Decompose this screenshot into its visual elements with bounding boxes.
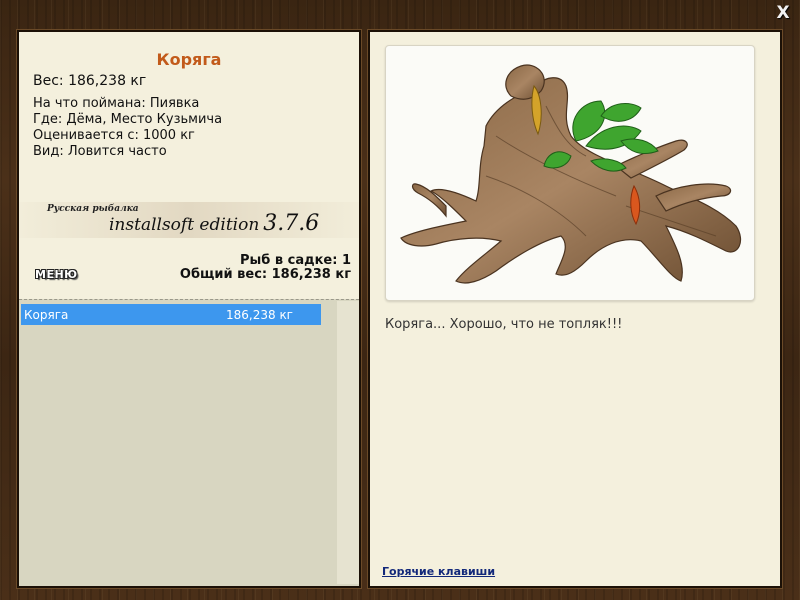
logo-edition: installsoft edition 3.7.6 xyxy=(109,211,319,236)
fish-info-panel: Коряга Вес: 186,238 кг На что поймана: П… xyxy=(17,30,361,588)
hotkeys-link[interactable]: Горячие клавиши xyxy=(382,565,495,578)
list-scrollbar[interactable] xyxy=(337,301,359,584)
close-icon[interactable]: X xyxy=(774,4,792,22)
fish-weight: Вес: 186,238 кг xyxy=(33,73,147,89)
list-item[interactable]: Коряга 186,238 кг xyxy=(21,304,321,325)
valuation-line: Оценивается с: 1000 кг xyxy=(33,128,195,143)
logo-edition-text: installsoft edition xyxy=(109,215,260,235)
bait-line: На что поймана: Пиявка xyxy=(33,96,200,111)
fish-title: Коряга xyxy=(156,50,222,69)
logo-version: 3.7.6 xyxy=(263,211,320,236)
game-logo: Русская рыбалка installsoft edition 3.7.6 xyxy=(19,202,359,238)
list-divider xyxy=(19,299,359,300)
location-line: Где: Дёма, Место Кузьмича xyxy=(33,112,223,127)
fish-view-panel: Коряга... Хорошо, что не топляк!!! Горяч… xyxy=(368,30,782,588)
frequency-line: Вид: Ловится часто xyxy=(33,144,167,159)
keepnet-list: Коряга 186,238 кг xyxy=(19,299,359,586)
list-item-name: Коряга xyxy=(24,308,69,322)
keepnet-count: Рыб в садке: 1 xyxy=(239,253,351,268)
list-item-weight: 186,238 кг xyxy=(226,308,293,322)
menu-button[interactable]: МЕНЮ xyxy=(35,268,78,281)
fish-details: На что поймана: Пиявка Где: Дёма, Место … xyxy=(33,96,222,160)
keepnet-total-weight: Общий вес: 186,238 кг xyxy=(179,267,351,282)
fish-image-frame xyxy=(385,45,755,301)
fish-comment: Коряга... Хорошо, что не топляк!!! xyxy=(385,317,623,332)
driftwood-image xyxy=(400,64,741,284)
